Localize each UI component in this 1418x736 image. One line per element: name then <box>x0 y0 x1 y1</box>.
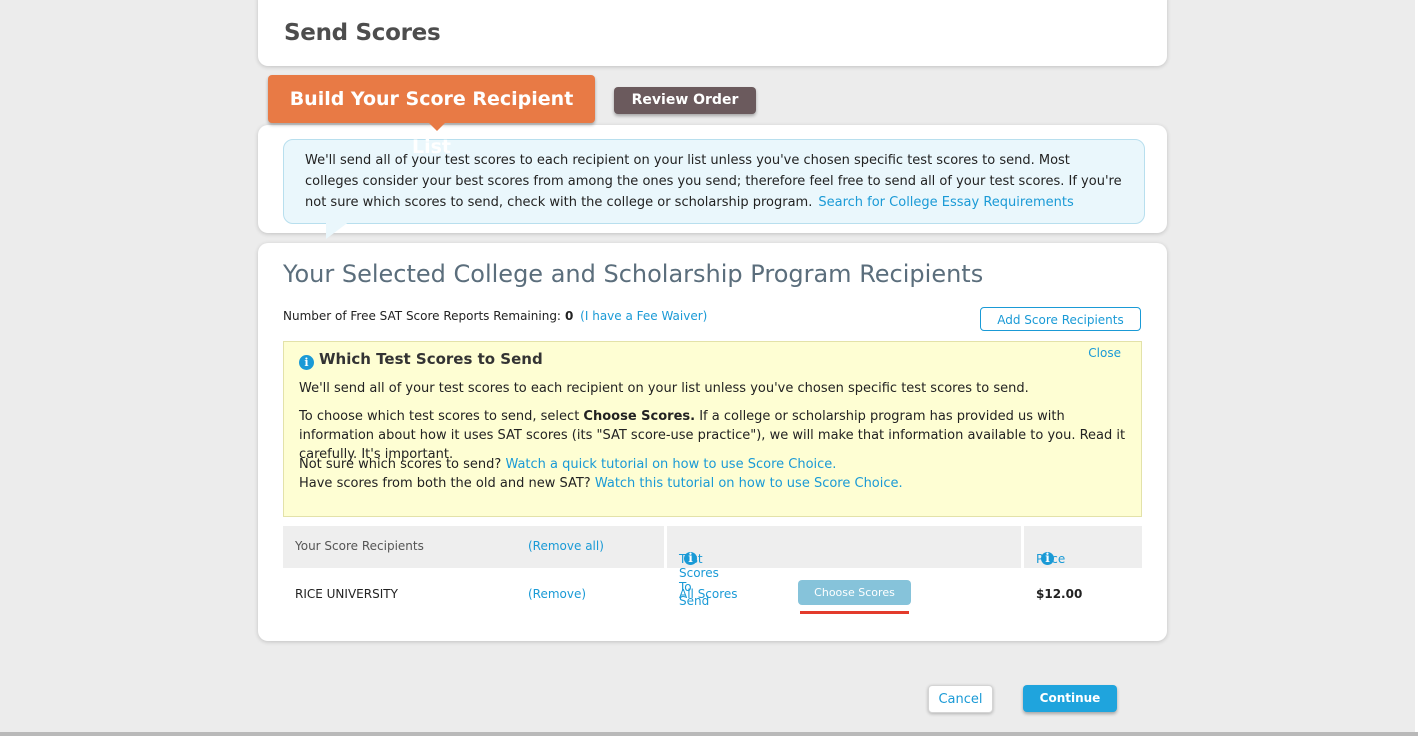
free-reports-label: Number of Free SAT Score Reports Remaini… <box>283 309 561 323</box>
note-line-3-text: Not sure which scores to send? <box>299 457 506 472</box>
add-score-recipients-button[interactable]: Add Score Recipients <box>980 307 1141 331</box>
note-line-2-prefix: To choose which test scores to send, sel… <box>299 409 584 424</box>
note-title: Which Test Scores to Send <box>319 350 543 368</box>
note-line-1: We'll send all of your test scores to ea… <box>299 381 1029 396</box>
recipient-name: RICE UNIVERSITY <box>295 587 398 601</box>
header-price-cell: Pricei <box>1024 526 1142 568</box>
header-recipients: Your Score Recipients <box>295 539 424 553</box>
choose-scores-button[interactable]: Choose Scores <box>798 580 911 605</box>
all-scores-link[interactable]: All Scores <box>679 587 738 601</box>
step-build-recipient-list[interactable]: Build Your Score Recipient List <box>268 75 595 158</box>
header-scores-cell: Test Scores To Sendi <box>667 526 1021 608</box>
recipients-heading: Your Selected College and Scholarship Pr… <box>283 260 984 288</box>
remove-recipient-link[interactable]: (Remove) <box>528 587 586 601</box>
window-edge-bottom <box>0 732 1418 736</box>
choose-scores-highlight <box>800 611 909 614</box>
info-bubble-tail <box>326 221 350 239</box>
recipients-card: Your Selected College and Scholarship Pr… <box>258 243 1167 641</box>
note-choose-scores-text: Choose Scores. <box>583 409 696 424</box>
recipient-price: $12.00 <box>1036 587 1083 601</box>
note-line-4: Have scores from both the old and new SA… <box>299 474 1129 493</box>
recipients-table-header: Your Score Recipients (Remove all) Test … <box>283 526 1142 608</box>
free-reports-count: 0 <box>564 309 574 323</box>
continue-button[interactable]: Continue <box>1023 685 1117 712</box>
old-new-sat-tutorial-link[interactable]: Watch this tutorial on how to use Score … <box>595 476 903 491</box>
title-card: Send Scores <box>258 0 1167 66</box>
cancel-button[interactable]: Cancel <box>928 685 993 713</box>
info-icon[interactable]: i <box>684 552 697 565</box>
step-pointer <box>428 122 446 131</box>
free-reports-remaining: Number of Free SAT Score Reports Remaini… <box>283 309 707 323</box>
remove-all-link[interactable]: (Remove all) <box>528 539 604 553</box>
score-choice-tutorial-link[interactable]: Watch a quick tutorial on how to use Sco… <box>505 457 836 472</box>
note-close-link[interactable]: Close <box>1088 346 1121 360</box>
info-icon[interactable]: i <box>1041 552 1054 565</box>
college-essay-link[interactable]: Search for College Essay Requirements <box>818 195 1073 210</box>
note-line-4-text: Have scores from both the old and new SA… <box>299 476 595 491</box>
note-line-3: Not sure which scores to send? Watch a q… <box>299 455 1129 474</box>
page-title: Send Scores <box>284 20 441 46</box>
step-review-order[interactable]: Review Order <box>614 87 756 114</box>
info-icon: i <box>299 355 314 370</box>
fee-waiver-link[interactable]: (I have a Fee Waiver) <box>580 309 707 323</box>
info-card: We'll send all of your test scores to ea… <box>258 125 1167 233</box>
header-recipients-cell: Your Score Recipients (Remove all) <box>283 526 664 568</box>
which-scores-note: Close i Which Test Scores to Send We'll … <box>283 341 1142 517</box>
